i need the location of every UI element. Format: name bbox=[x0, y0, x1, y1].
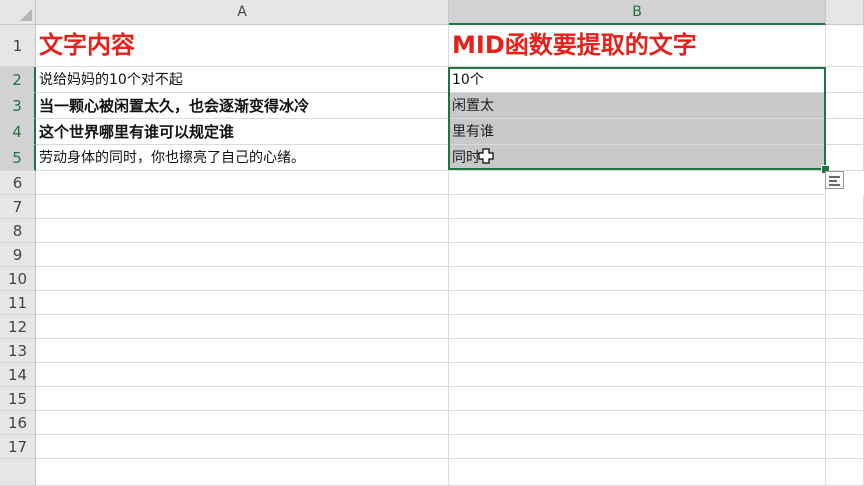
quick-analysis-button[interactable] bbox=[825, 171, 844, 189]
cell-b1[interactable]: MID函数要提取的文字 bbox=[449, 25, 826, 67]
row-header-16[interactable]: 16 bbox=[0, 411, 36, 435]
cell-c18[interactable] bbox=[826, 459, 864, 486]
cell-b6[interactable] bbox=[449, 171, 826, 195]
cell-c11[interactable] bbox=[826, 291, 864, 315]
row-header-12[interactable]: 12 bbox=[0, 315, 36, 339]
cell-b7[interactable] bbox=[449, 195, 826, 219]
move-cursor-icon bbox=[478, 148, 494, 164]
cell-a12[interactable] bbox=[36, 315, 449, 339]
row-header-7[interactable]: 7 bbox=[0, 195, 36, 219]
column-header-a[interactable]: A bbox=[36, 0, 449, 25]
cell-a14[interactable] bbox=[36, 363, 449, 387]
cell-c1[interactable] bbox=[826, 25, 864, 67]
row-header-17[interactable]: 17 bbox=[0, 435, 36, 459]
row-header-2[interactable]: 2 bbox=[0, 67, 36, 93]
cell-b8[interactable] bbox=[449, 219, 826, 243]
cell-b18[interactable] bbox=[449, 459, 826, 486]
cell-c17[interactable] bbox=[826, 435, 864, 459]
cell-c13[interactable] bbox=[826, 339, 864, 363]
row-header-10[interactable]: 10 bbox=[0, 267, 36, 291]
cell-c3[interactable] bbox=[826, 93, 864, 119]
cell-b12[interactable] bbox=[449, 315, 826, 339]
cell-c4[interactable] bbox=[826, 119, 864, 145]
spreadsheet-grid: A B 1 2 3 4 5 6 7 8 9 10 11 12 13 14 15 … bbox=[0, 0, 864, 486]
row-header-11[interactable]: 11 bbox=[0, 291, 36, 315]
quick-analysis-icon-line bbox=[829, 184, 840, 186]
cell-a4[interactable]: 这个世界哪里有谁可以规定谁 bbox=[36, 119, 449, 145]
row-header-1[interactable]: 1 bbox=[0, 25, 36, 67]
cell-b2[interactable]: 10个 bbox=[449, 67, 826, 93]
column-header-c[interactable] bbox=[826, 0, 864, 25]
cell-b11[interactable] bbox=[449, 291, 826, 315]
cell-c14[interactable] bbox=[826, 363, 864, 387]
cell-c8[interactable] bbox=[826, 219, 864, 243]
cell-b17[interactable] bbox=[449, 435, 826, 459]
cell-b10[interactable] bbox=[449, 267, 826, 291]
cell-a13[interactable] bbox=[36, 339, 449, 363]
select-all-triangle-icon bbox=[20, 9, 32, 21]
cell-a3[interactable]: 当一颗心被闲置太久，也会逐渐变得冰冷 bbox=[36, 93, 449, 119]
cell-a11[interactable] bbox=[36, 291, 449, 315]
row-header-6[interactable]: 6 bbox=[0, 171, 36, 195]
cell-b16[interactable] bbox=[449, 411, 826, 435]
cell-a18[interactable] bbox=[36, 459, 449, 486]
cell-a10[interactable] bbox=[36, 267, 449, 291]
row-header-13[interactable]: 13 bbox=[0, 339, 36, 363]
cell-a6[interactable] bbox=[36, 171, 449, 195]
cell-c2[interactable] bbox=[826, 67, 864, 93]
cell-c7[interactable] bbox=[826, 195, 864, 219]
cell-a2[interactable]: 说给妈妈的10个对不起 bbox=[36, 67, 449, 93]
cell-a1[interactable]: 文字内容 bbox=[36, 25, 449, 67]
cell-b4[interactable]: 里有谁 bbox=[449, 119, 826, 145]
row-header-9[interactable]: 9 bbox=[0, 243, 36, 267]
select-all-button[interactable] bbox=[0, 0, 36, 25]
cell-c15[interactable] bbox=[826, 387, 864, 411]
cell-b9[interactable] bbox=[449, 243, 826, 267]
row-header-3[interactable]: 3 bbox=[0, 93, 36, 119]
cell-b5[interactable]: 同时 bbox=[449, 145, 826, 171]
cell-a15[interactable] bbox=[36, 387, 449, 411]
cell-c5[interactable] bbox=[826, 145, 864, 171]
cell-a5[interactable]: 劳动身体的同时，你也擦亮了自己的心绪。 bbox=[36, 145, 449, 171]
row-header-15[interactable]: 15 bbox=[0, 387, 36, 411]
row-header-4[interactable]: 4 bbox=[0, 119, 36, 145]
row-header-14[interactable]: 14 bbox=[0, 363, 36, 387]
cell-b13[interactable] bbox=[449, 339, 826, 363]
cell-a9[interactable] bbox=[36, 243, 449, 267]
cell-a8[interactable] bbox=[36, 219, 449, 243]
cell-c12[interactable] bbox=[826, 315, 864, 339]
cell-a17[interactable] bbox=[36, 435, 449, 459]
cell-b14[interactable] bbox=[449, 363, 826, 387]
cell-b15[interactable] bbox=[449, 387, 826, 411]
cell-c16[interactable] bbox=[826, 411, 864, 435]
quick-analysis-icon bbox=[829, 176, 840, 178]
cell-a7[interactable] bbox=[36, 195, 449, 219]
cell-c10[interactable] bbox=[826, 267, 864, 291]
cell-c9[interactable] bbox=[826, 243, 864, 267]
row-header-8[interactable]: 8 bbox=[0, 219, 36, 243]
column-header-b[interactable]: B bbox=[449, 0, 826, 25]
cell-b3[interactable]: 闲置太 bbox=[449, 93, 826, 119]
row-header-18[interactable] bbox=[0, 459, 36, 486]
cell-a16[interactable] bbox=[36, 411, 449, 435]
quick-analysis-icon-line bbox=[829, 180, 837, 182]
row-header-5[interactable]: 5 bbox=[0, 145, 36, 171]
